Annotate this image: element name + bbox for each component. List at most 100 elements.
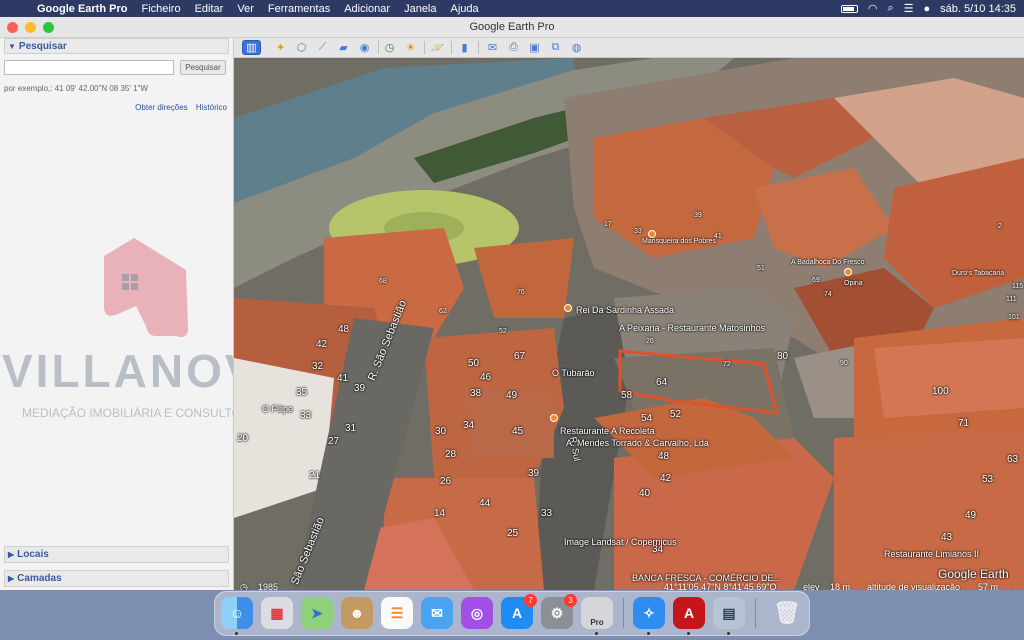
running-indicator	[235, 632, 238, 635]
toolbar-separator	[451, 41, 452, 54]
house-number: 63	[1007, 454, 1019, 465]
menu-editar[interactable]: Editar	[188, 3, 231, 15]
contacts-icon[interactable]: ☻	[341, 597, 373, 629]
poi-label[interactable]: O Filipe	[262, 404, 293, 414]
historical-imagery-year-icon[interactable]: ◷	[240, 582, 248, 590]
places-panel-header[interactable]: ▶ Locais	[4, 546, 229, 563]
email-icon[interactable]: ✉	[483, 40, 502, 55]
house-number: 62	[439, 308, 447, 315]
placemark-icon[interactable]: ✦	[271, 40, 290, 55]
image-overlay-icon[interactable]: ▰	[334, 40, 353, 55]
menu-ficheiro[interactable]: Ficheiro	[134, 3, 187, 15]
print-icon[interactable]: ⎙	[504, 40, 523, 55]
historical-imagery-icon[interactable]: ◷	[380, 40, 399, 55]
history-link[interactable]: Histórico	[196, 103, 227, 112]
coordinates: 41°11'05.47"N 8°41'45.69"O	[664, 582, 777, 590]
house-number: 34	[463, 420, 475, 431]
house-number: 49	[965, 510, 977, 521]
poi-label[interactable]: Duro's Tabacaria	[952, 270, 1004, 277]
menu-ajuda[interactable]: Ajuda	[444, 3, 486, 15]
elevation-value: 18 m	[830, 582, 851, 590]
menu-janela[interactable]: Janela	[397, 3, 443, 15]
running-indicator	[595, 632, 598, 635]
poi-label[interactable]: A Badalhoca Do Fresco	[791, 259, 865, 266]
house-number: 41	[714, 233, 722, 240]
app-store-icon[interactable]: A 7	[501, 594, 537, 629]
poi-label[interactable]: A Peixaria - Restaurante Matosinhos	[619, 323, 765, 333]
safari-icon[interactable]: ✧	[633, 597, 665, 629]
poi-label[interactable]: Opina	[844, 280, 863, 287]
poi-icon[interactable]	[844, 268, 852, 276]
house-number: 25	[507, 528, 519, 539]
house-number: 74	[824, 291, 832, 298]
house-number: 52	[670, 409, 682, 420]
house-number: 38	[470, 388, 482, 399]
path-icon[interactable]: ⟋	[313, 40, 332, 55]
sun-icon[interactable]: ☀	[401, 40, 420, 55]
imagery-year: 1985	[258, 582, 279, 590]
house-number: 46	[480, 372, 492, 383]
search-input[interactable]	[4, 60, 174, 75]
reminders-icon[interactable]: ☰	[381, 597, 413, 629]
menu-ferramentas[interactable]: Ferramentas	[261, 3, 337, 15]
menu-app-name[interactable]: Google Earth Pro	[30, 3, 134, 15]
poi-label[interactable]: Marisqueira dos Pobres	[642, 238, 716, 245]
copy-image-icon[interactable]: ⧉	[546, 40, 565, 55]
search-button[interactable]: Pesquisar	[180, 60, 226, 75]
elevation-label: elev	[803, 582, 820, 590]
poi-label[interactable]: O Tubarão	[552, 368, 595, 378]
house-number: 35	[296, 387, 308, 398]
google-earth-pro-label: Pro	[590, 618, 604, 627]
wifi-icon[interactable]: ◠	[868, 2, 878, 15]
watermark-logo-icon	[104, 238, 188, 337]
poi-icon[interactable]	[648, 230, 656, 238]
google-earth-pro-icon[interactable]: Pro	[581, 597, 613, 629]
planets-icon[interactable]: 🪐	[428, 40, 447, 55]
launchpad-icon[interactable]: ▦	[261, 597, 293, 629]
poi-icon[interactable]	[564, 304, 572, 312]
layers-panel-header[interactable]: ▶ Camadas	[4, 570, 229, 587]
search-links: Obter direções Histórico	[0, 103, 227, 112]
preview-icon[interactable]: ▤	[713, 597, 745, 629]
house-number: 33	[300, 410, 312, 421]
search-header-label: Pesquisar	[18, 40, 67, 52]
clock[interactable]: sáb. 5/10 14:35	[940, 3, 1016, 15]
acrobat-icon[interactable]: A	[673, 597, 705, 629]
poi-icon[interactable]	[550, 414, 558, 422]
house-number: 39	[694, 212, 702, 219]
trash-icon[interactable]: 🗑	[771, 597, 803, 629]
podcasts-icon[interactable]: ◎	[461, 597, 493, 629]
save-image-icon[interactable]: ▣	[525, 40, 544, 55]
polygon-icon[interactable]: ⬡	[292, 40, 311, 55]
house-number: 67	[514, 351, 526, 362]
system-settings-icon[interactable]: ⚙ 3	[541, 594, 577, 629]
title-bar[interactable]: Google Earth Pro	[0, 17, 1024, 38]
house-number: 33	[541, 508, 553, 519]
house-number: 26	[646, 338, 654, 345]
directions-link[interactable]: Obter direções	[135, 103, 187, 112]
view-in-maps-icon[interactable]: ◍	[567, 40, 586, 55]
siri-icon[interactable]: ●	[924, 3, 931, 15]
mail-icon[interactable]: ✉	[421, 597, 453, 629]
earth-map-view[interactable]: R. São Sebastião São Sebastião R. Sul Re…	[234, 58, 1024, 590]
poi-label[interactable]: Rei Da Sardinha Assada	[576, 305, 674, 315]
spotlight-icon[interactable]: ⌕	[887, 2, 893, 15]
house-number: 17	[604, 221, 612, 228]
finder-icon[interactable]: ☺	[221, 597, 253, 629]
menu-adicionar[interactable]: Adicionar	[337, 3, 397, 15]
poi-label[interactable]: A. Mendes Torrado & Carvalho, Lda	[566, 438, 709, 448]
dock: ☺ ▦ ➤ ☻ ☰ ✉ ◎ A 7 ⚙ 3 Pro ✧ A ▤ 🗑	[214, 591, 810, 636]
running-indicator	[647, 632, 650, 635]
sidebar-toggle-icon[interactable]: ▥	[242, 40, 261, 55]
poi-label[interactable]: Restaurante A Recoleta	[560, 426, 655, 436]
record-tour-icon[interactable]: ◉	[355, 40, 374, 55]
search-panel-header[interactable]: ▼ Pesquisar	[4, 38, 229, 54]
poi-label[interactable]: Restaurante Limianos II	[884, 549, 979, 559]
ruler-icon[interactable]: ▮	[455, 40, 474, 55]
house-number: 68	[379, 278, 387, 285]
maps-icon[interactable]: ➤	[301, 597, 333, 629]
battery-icon[interactable]	[840, 4, 858, 13]
control-center-icon[interactable]: ☰	[904, 2, 914, 15]
menu-ver[interactable]: Ver	[230, 3, 261, 15]
dock-separator	[623, 598, 624, 628]
